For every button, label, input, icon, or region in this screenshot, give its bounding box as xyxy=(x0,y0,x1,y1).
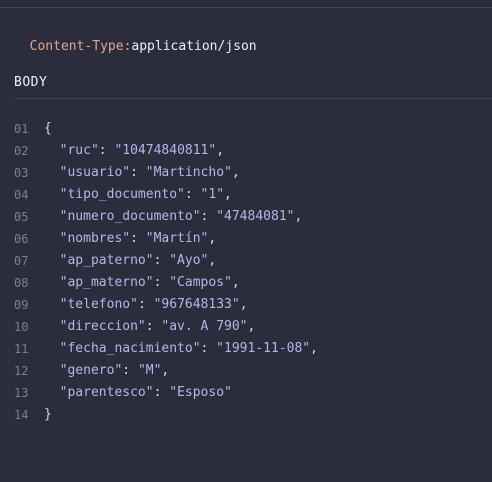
json-colon: : xyxy=(200,209,217,224)
code-line: 12 "genero": "M", xyxy=(14,360,492,382)
json-colon: : xyxy=(145,319,162,334)
line-number: 14 xyxy=(14,408,29,422)
body-section-divider xyxy=(14,98,492,99)
json-value: "av. A 790" xyxy=(161,319,248,334)
json-value: "10474840811" xyxy=(114,143,217,158)
json-colon: : xyxy=(200,341,217,356)
json-value: "Martincho" xyxy=(145,165,232,180)
json-value: "47484081" xyxy=(216,209,295,224)
code-line: 03 "usuario": "Martincho", xyxy=(14,162,492,184)
line-number: 13 xyxy=(14,386,29,400)
body-section-label: BODY xyxy=(14,75,48,90)
line-number: 08 xyxy=(14,276,29,290)
code-line: 10 "direccion": "av. A 790", xyxy=(14,316,492,338)
line-number: 04 xyxy=(14,188,29,202)
json-key: "telefono" xyxy=(59,297,138,312)
code-line: 04 "tipo_documento": "1", xyxy=(14,184,492,206)
json-colon: : xyxy=(122,363,138,378)
json-key: "direccion" xyxy=(59,319,146,334)
json-key: "fecha_nacimiento" xyxy=(59,341,201,356)
code-line: 13 "parentesco": "Esposo" xyxy=(14,382,492,404)
json-comma: , xyxy=(231,165,240,180)
json-comma: , xyxy=(247,319,256,334)
json-colon: : xyxy=(153,253,170,268)
json-value: "M" xyxy=(137,363,162,378)
top-divider xyxy=(0,7,492,8)
json-colon: : xyxy=(137,297,154,312)
json-value: "1991-11-08" xyxy=(216,341,311,356)
code-line: 07 "ap_paterno": "Ayo", xyxy=(14,250,492,272)
header-key: Content-Type xyxy=(29,39,124,54)
header-value: application/json xyxy=(131,39,257,54)
json-value: "Ayo" xyxy=(169,253,209,268)
line-number: 12 xyxy=(14,364,29,378)
json-key: "tipo_documento" xyxy=(59,187,185,202)
code-line: 11 "fecha_nacimiento": "1991-11-08", xyxy=(14,338,492,360)
json-value: "1" xyxy=(200,187,225,202)
line-number: 03 xyxy=(14,166,29,180)
line-number: 02 xyxy=(14,144,29,158)
code-line: 01 { xyxy=(14,118,492,140)
json-colon: : xyxy=(98,143,115,158)
line-number: 11 xyxy=(14,342,29,356)
line-number: 06 xyxy=(14,232,29,246)
code-line: 09 "telefono": "967648133", xyxy=(14,294,492,316)
json-colon: : xyxy=(184,187,201,202)
json-comma: , xyxy=(231,275,240,290)
json-comma: , xyxy=(208,253,217,268)
json-colon: : xyxy=(130,231,146,246)
json-comma: , xyxy=(161,363,170,378)
open-brace: { xyxy=(44,121,52,136)
json-comma: , xyxy=(208,231,217,246)
json-comma: , xyxy=(224,187,232,202)
json-comma: , xyxy=(239,297,248,312)
json-value: "Campos" xyxy=(169,275,232,290)
code-line: 06 "nombres": "Martín", xyxy=(14,228,492,250)
json-key: "genero" xyxy=(59,363,123,378)
code-line: 05 "numero_documento": "47484081", xyxy=(14,206,492,228)
line-number: 05 xyxy=(14,210,29,224)
json-key: "numero_documento" xyxy=(59,209,201,224)
code-line: 02 "ruc": "10474840811", xyxy=(14,140,492,162)
json-key: "nombres" xyxy=(59,231,131,246)
code-line: 14} xyxy=(14,404,492,426)
json-code-block: 01 { 02 "ruc": "10474840811", 03 "usuario… xyxy=(14,118,492,426)
line-number: 09 xyxy=(14,298,29,312)
json-value: "Martín" xyxy=(145,231,209,246)
json-colon: : xyxy=(153,275,170,290)
json-key: "parentesco" xyxy=(59,385,154,400)
json-key: "ruc" xyxy=(59,143,99,158)
json-colon: : xyxy=(130,165,146,180)
line-number: 10 xyxy=(14,320,29,334)
code-line: 08 "ap_materno": "Campos", xyxy=(14,272,492,294)
json-key: "ap_paterno" xyxy=(59,253,154,268)
json-value: "Esposo" xyxy=(169,385,232,400)
json-comma: , xyxy=(310,341,318,356)
request-header: Content-Type:application/json xyxy=(14,17,257,54)
close-brace: } xyxy=(44,407,52,422)
json-colon: : xyxy=(153,385,170,400)
line-number: 07 xyxy=(14,254,29,268)
line-number: 01 xyxy=(14,122,29,136)
json-value: "967648133" xyxy=(153,297,240,312)
json-comma: , xyxy=(294,209,303,224)
json-comma: , xyxy=(216,143,225,158)
json-key: "ap_materno" xyxy=(59,275,154,290)
json-key: "usuario" xyxy=(59,165,131,180)
